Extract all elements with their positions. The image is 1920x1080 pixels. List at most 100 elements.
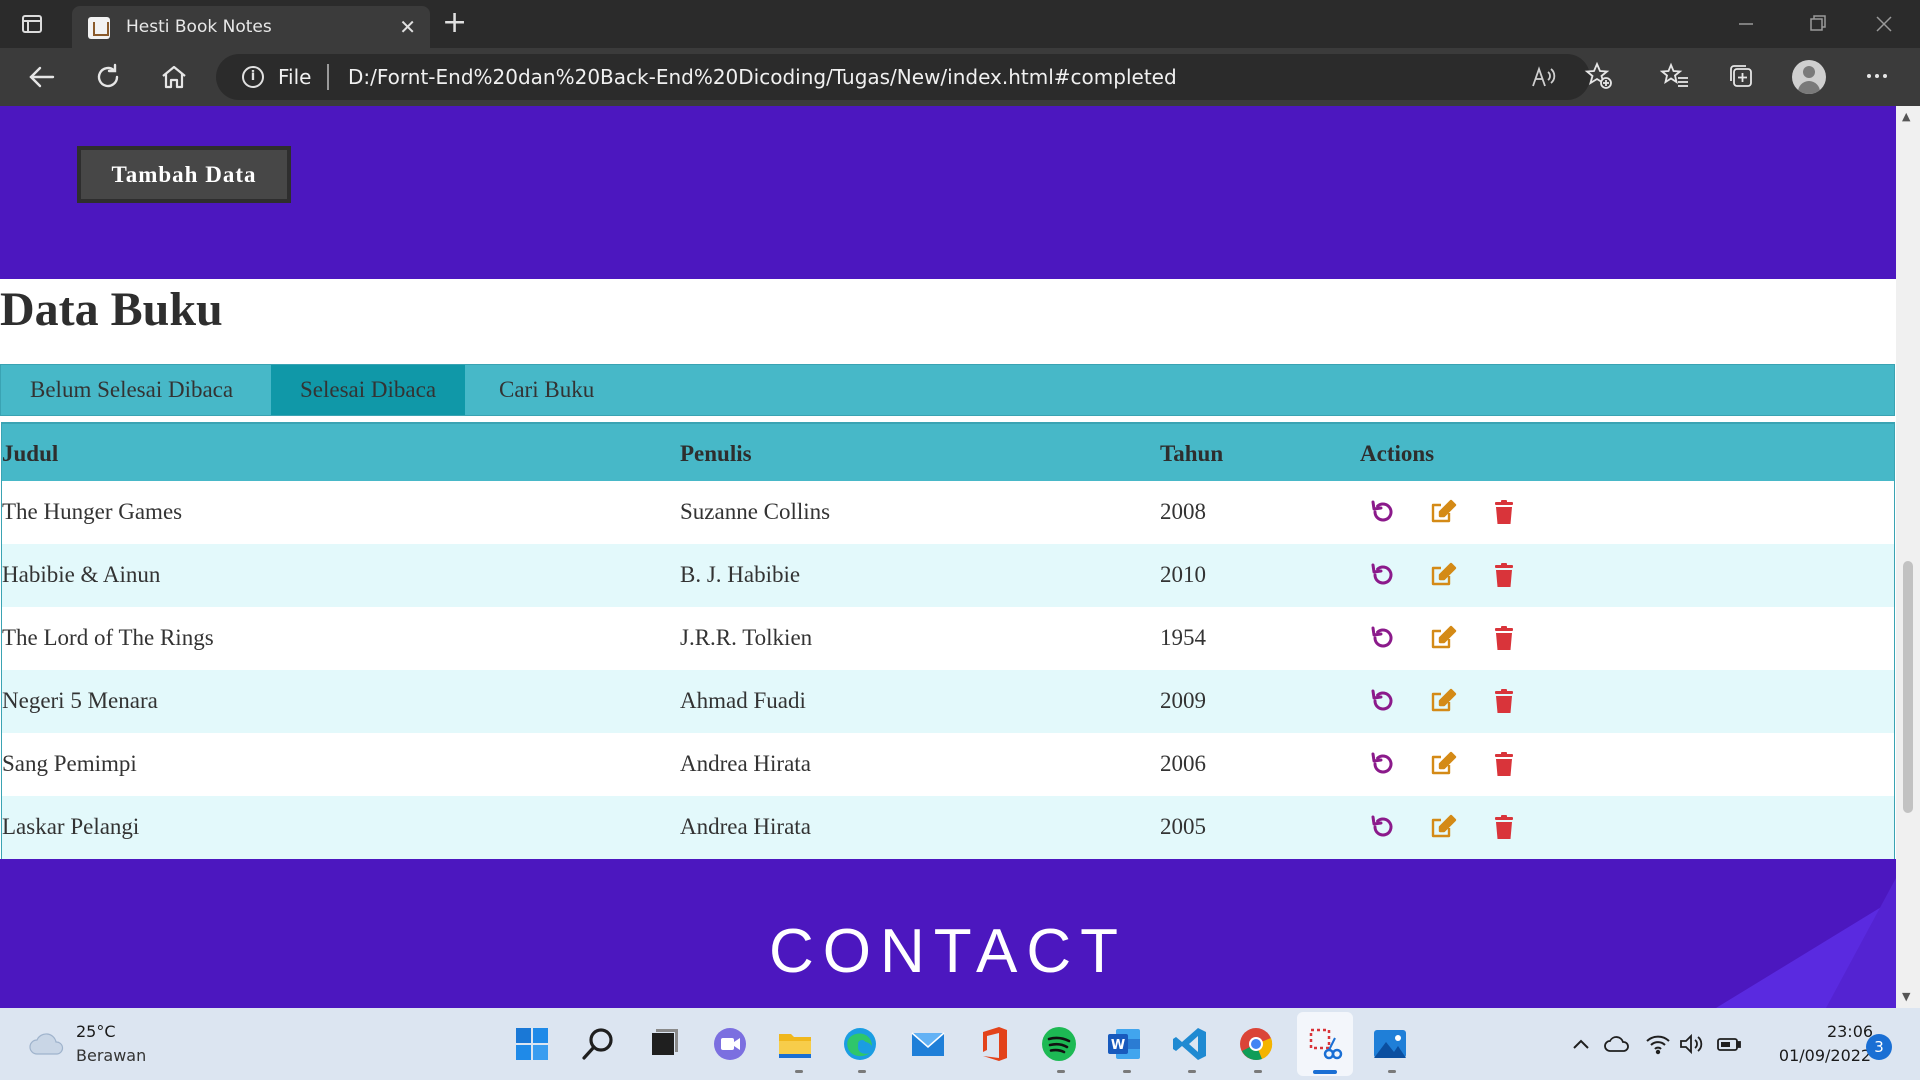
minimize-icon[interactable] — [1736, 14, 1756, 34]
read-aloud-icon[interactable] — [1530, 64, 1556, 90]
contact-section: CONTACT — [0, 859, 1896, 1008]
vscode-icon[interactable] — [1170, 1024, 1210, 1064]
trash-icon[interactable] — [1490, 561, 1518, 589]
trash-icon[interactable] — [1490, 687, 1518, 715]
task-view-icon[interactable] — [643, 1024, 683, 1064]
table-row: Habibie & Ainun B. J. Habibie 2010 — [2, 544, 1894, 607]
spotify-icon[interactable] — [1039, 1024, 1079, 1064]
cell-judul: Habibie & Ainun — [2, 562, 161, 587]
taskbar: 25°C Berawan W 23:06 01/09/2022 3 — [0, 1008, 1920, 1080]
trash-icon[interactable] — [1490, 498, 1518, 526]
site-info-icon[interactable]: i — [242, 66, 264, 88]
cell-penulis: Ahmad Fuadi — [680, 688, 806, 713]
page-title: Data Buku — [0, 283, 223, 336]
chevron-up-icon[interactable] — [1568, 1032, 1594, 1056]
volume-icon[interactable] — [1678, 1032, 1704, 1056]
cell-tahun: 2006 — [1160, 751, 1206, 776]
edit-icon[interactable] — [1429, 498, 1457, 526]
cell-penulis: J.R.R. Tolkien — [680, 625, 813, 650]
back-icon[interactable] — [26, 61, 58, 93]
notification-badge[interactable]: 3 — [1866, 1034, 1892, 1060]
collections-icon[interactable] — [1726, 61, 1756, 91]
new-tab-icon[interactable]: + — [442, 6, 467, 40]
table-row: The Hunger Games Suzanne Collins 2008 — [2, 481, 1894, 544]
profile-avatar[interactable] — [1792, 60, 1826, 94]
more-menu-icon[interactable] — [1862, 61, 1892, 91]
search-icon[interactable] — [578, 1024, 618, 1064]
address-protocol: File — [278, 65, 312, 89]
close-tab-icon[interactable]: ✕ — [399, 15, 416, 39]
cell-tahun: 2009 — [1160, 688, 1206, 713]
cell-tahun: 2010 — [1160, 562, 1206, 587]
app-running-dot — [1388, 1070, 1396, 1073]
table-header: Judul Penulis Tahun Actions — [2, 424, 1894, 481]
edit-icon[interactable] — [1429, 750, 1457, 778]
chrome-icon[interactable] — [1236, 1024, 1276, 1064]
app-running-dot — [795, 1070, 803, 1073]
cloud-weather-icon[interactable] — [28, 1030, 66, 1056]
cell-penulis: Andrea Hirata — [680, 751, 811, 776]
edit-icon[interactable] — [1429, 687, 1457, 715]
tab-belum-selesai[interactable]: Belum Selesai Dibaca — [1, 365, 262, 415]
edit-icon[interactable] — [1429, 624, 1457, 652]
page-scrollbar[interactable]: ▲ ▼ — [1896, 106, 1920, 1008]
table-row: Sang Pemimpi Andrea Hirata 2006 — [2, 733, 1894, 796]
edit-icon[interactable] — [1429, 813, 1457, 841]
edge-browser-icon[interactable] — [840, 1024, 880, 1064]
reload-icon[interactable] — [92, 61, 124, 93]
browser-tab-bar: Hesti Book Notes ✕ + — [0, 0, 1920, 48]
battery-icon[interactable] — [1716, 1032, 1742, 1056]
photos-icon[interactable] — [1370, 1024, 1410, 1064]
chat-icon[interactable] — [710, 1024, 750, 1064]
cell-penulis: B. J. Habibie — [680, 562, 801, 587]
tab-cari-buku[interactable]: Cari Buku — [470, 365, 623, 415]
scroll-down-icon[interactable]: ▼ — [1902, 990, 1910, 1003]
home-icon[interactable] — [158, 61, 190, 93]
trash-icon[interactable] — [1490, 813, 1518, 841]
undo-icon[interactable] — [1368, 498, 1396, 526]
trash-icon[interactable] — [1490, 624, 1518, 652]
snipping-tool-icon[interactable] — [1305, 1024, 1345, 1064]
tab-title: Hesti Book Notes — [126, 17, 272, 37]
restore-icon[interactable] — [1808, 14, 1828, 34]
office-icon[interactable] — [973, 1024, 1013, 1064]
cell-penulis: Andrea Hirata — [680, 814, 811, 839]
cell-judul: The Hunger Games — [2, 499, 183, 524]
undo-icon[interactable] — [1368, 624, 1396, 652]
edit-icon[interactable] — [1429, 561, 1457, 589]
book-table: Judul Penulis Tahun Actions The Hunger G… — [1, 422, 1895, 860]
undo-icon[interactable] — [1368, 561, 1396, 589]
address-bar[interactable]: i File D:/Fornt-End%20dan%20Back-End%20D… — [216, 54, 1590, 100]
scroll-thumb[interactable] — [1903, 561, 1913, 813]
app-running-dot — [858, 1070, 866, 1073]
weather-description: Berawan — [76, 1046, 147, 1065]
tab-selesai[interactable]: Selesai Dibaca — [271, 365, 466, 415]
trash-icon[interactable] — [1490, 750, 1518, 778]
onedrive-cloud-icon[interactable] — [1604, 1032, 1630, 1056]
mail-icon[interactable] — [908, 1024, 948, 1064]
undo-icon[interactable] — [1368, 813, 1396, 841]
add-favorite-icon[interactable] — [1584, 61, 1614, 91]
header-judul: Judul — [2, 441, 59, 466]
header-penulis: Penulis — [680, 441, 752, 466]
start-windows-icon[interactable] — [512, 1024, 552, 1064]
undo-icon[interactable] — [1368, 750, 1396, 778]
wifi-icon[interactable] — [1645, 1032, 1671, 1056]
table-row: Laskar Pelangi Andrea Hirata 2005 — [2, 796, 1894, 859]
add-data-button[interactable]: Tambah Data — [77, 146, 291, 203]
address-url[interactable]: D:/Fornt-End%20dan%20Back-End%20Dicoding… — [348, 65, 1177, 89]
close-window-icon[interactable] — [1874, 14, 1894, 34]
cell-judul: Negeri 5 Menara — [2, 688, 158, 713]
undo-icon[interactable] — [1368, 687, 1396, 715]
hero-section: Tambah Data — [0, 106, 1896, 279]
word-icon[interactable]: W — [1104, 1024, 1144, 1064]
weather-temperature: 25°C — [76, 1022, 116, 1041]
app-running-dot — [1188, 1070, 1196, 1073]
scroll-up-icon[interactable]: ▲ — [1902, 110, 1910, 123]
page-viewport: Tambah Data Data Buku Belum Selesai Diba… — [0, 106, 1896, 1008]
contact-title: CONTACT — [768, 917, 1128, 986]
file-explorer-icon[interactable] — [775, 1024, 815, 1064]
favorites-icon[interactable] — [1660, 61, 1690, 91]
browser-tab[interactable]: Hesti Book Notes ✕ — [72, 6, 430, 48]
tab-actions-icon[interactable] — [20, 12, 44, 36]
